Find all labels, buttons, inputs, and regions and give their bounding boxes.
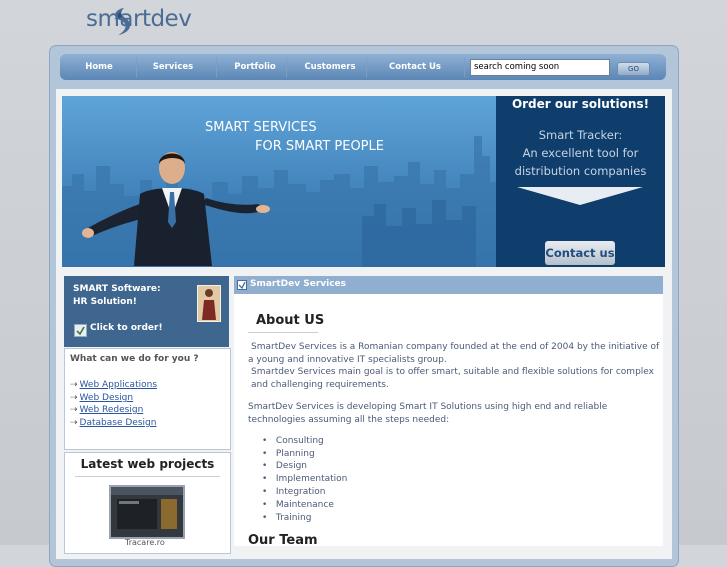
project-thumbnail[interactable]	[109, 485, 185, 539]
banner-headline-1: SMART SERVICES	[205, 120, 317, 135]
order-title: Order our solutions!	[511, 97, 650, 111]
click-to-order-link[interactable]: Click to order!	[90, 323, 163, 333]
step-item: • Planning	[262, 449, 315, 459]
nav-portfolio[interactable]: Portfolio	[222, 54, 288, 80]
contact-us-button[interactable]: Contact us	[545, 241, 615, 265]
businessman-illustration	[82, 152, 270, 266]
step-item: • Design	[262, 461, 307, 471]
latest-projects-title: Latest web projects	[80, 457, 215, 471]
bullet-icon: •	[262, 449, 268, 459]
banner-headline-2: FOR SMART PEOPLE	[255, 139, 384, 154]
services-box-title: What can we do for you ?	[70, 354, 199, 364]
go-button[interactable]: GO	[617, 62, 650, 76]
nav-home[interactable]: Home	[70, 54, 128, 80]
arrow-right-icon: ⇢	[70, 418, 78, 428]
bullet-icon: •	[262, 461, 268, 471]
arrow-down-icon	[517, 187, 643, 205]
logo-wordmark[interactable]: smartdev	[86, 6, 192, 32]
arrow-right-icon: ⇢	[70, 405, 78, 415]
arrow-right-icon: ⇢	[70, 380, 78, 390]
search-input[interactable]: search coming soon	[470, 59, 610, 76]
service-link-database-design[interactable]: ⇢ Database Design	[70, 418, 156, 428]
step-item: • Integration	[262, 487, 326, 497]
arrow-right-icon: ⇢	[70, 393, 78, 403]
bullet-icon: •	[262, 487, 268, 497]
content-header-title: SmartDev Services	[250, 279, 347, 289]
order-icon	[74, 324, 87, 337]
divider	[75, 476, 220, 477]
about-paragraph-1: SmartDev Services is a Romanian company …	[248, 342, 660, 365]
promo-line-2: HR Solution!	[73, 297, 137, 307]
service-link-web-redesign[interactable]: ⇢ Web Redesign	[70, 405, 143, 415]
bullet-icon: •	[262, 500, 268, 510]
bullet-icon: •	[262, 513, 268, 523]
tracker-line-2: An excellent tool for	[522, 146, 639, 160]
tracker-line-3: distribution companies	[514, 164, 647, 178]
about-title: About US	[256, 313, 325, 328]
promo-line-1: SMART Software:	[73, 284, 161, 294]
step-item: • Maintenance	[262, 500, 334, 510]
team-title: Our Team	[248, 533, 318, 548]
about-paragraph-2: Smartdev Services main goal is to offer …	[251, 367, 654, 390]
step-item: • Implementation	[262, 474, 348, 484]
divider	[248, 332, 318, 333]
about-paragraph-3: SmartDev Services is developing Smart IT…	[248, 402, 608, 425]
header-icon	[237, 280, 247, 290]
step-item: • Training	[262, 513, 312, 523]
nav-customers[interactable]: Customers	[294, 54, 366, 80]
project-caption[interactable]: Tracare.ro	[125, 538, 165, 547]
service-link-web-applications[interactable]: ⇢ Web Applications	[70, 380, 157, 390]
service-link-web-design[interactable]: ⇢ Web Design	[70, 393, 133, 403]
bullet-icon: •	[262, 474, 268, 484]
bullet-icon: •	[262, 436, 268, 446]
nav-services[interactable]: Services	[140, 54, 206, 80]
promo-image	[197, 285, 221, 322]
nav-contact-us[interactable]: Contact Us	[372, 54, 458, 80]
step-item: • Consulting	[262, 436, 324, 446]
tracker-line-1: Smart Tracker:	[538, 128, 623, 142]
